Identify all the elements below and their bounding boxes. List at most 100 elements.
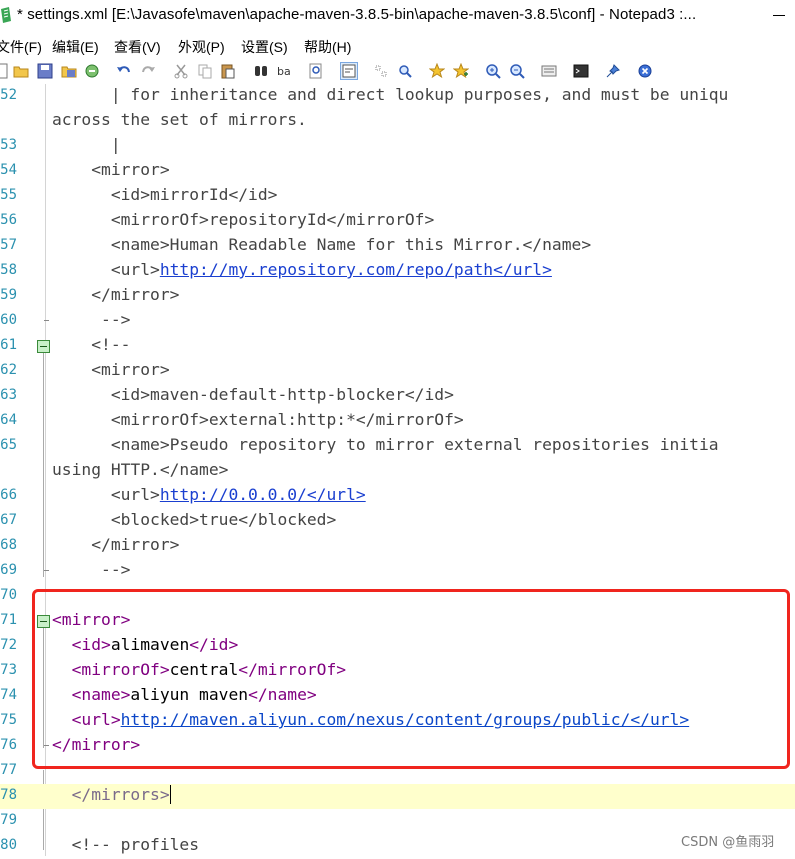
line-code: --> [52,560,130,579]
notepad3-app-icon [1,7,11,23]
code-line[interactable]: 66 <url>http://0.0.0.0/</url> [0,484,795,509]
line-number: 55 [0,187,17,203]
code-token: <id>maven-default-http-blocker</id> [52,385,454,404]
new-file-icon[interactable] [0,63,10,79]
pin-icon[interactable] [605,63,621,79]
code-line[interactable]: 75 <url>http://maven.aliyun.com/nexus/co… [0,709,795,734]
line-number: 80 [0,837,17,853]
code-line[interactable]: 78 </mirrors> [0,784,795,809]
code-line[interactable]: 57 <name>Human Readable Name for this Mi… [0,234,795,259]
code-line[interactable]: 64 <mirrorOf>external:http:*</mirrorOf> [0,409,795,434]
close-icon[interactable] [637,63,653,79]
code-line[interactable]: 65 <name>Pseudo repository to mirror ext… [0,434,795,459]
paste-icon[interactable] [220,63,236,79]
fold-toggle-icon[interactable] [37,615,50,628]
line-number: 58 [0,262,17,278]
word-wrap-icon[interactable] [340,62,358,80]
line-code: --> [52,310,130,329]
code-token: <mirror> [52,610,131,629]
code-line[interactable]: 54 <mirror> [0,159,795,184]
code-line[interactable]: 55 <id>mirrorId</id> [0,184,795,209]
code-line[interactable]: 69 --> [0,559,795,584]
line-number: 52 [0,87,17,103]
open-folder-icon[interactable] [13,63,29,79]
editor[interactable]: 52 | for inheritance and direct lookup p… [0,84,795,856]
code-line[interactable]: 62 <mirror> [0,359,795,384]
line-number: 64 [0,412,17,428]
hyperlink[interactable]: http://0.0.0.0/</url> [160,485,366,504]
line-number: 69 [0,562,17,578]
code-line[interactable]: 58 <url>http://my.repository.com/repo/pa… [0,259,795,284]
line-code: <mirrorOf>central</mirrorOf> [52,660,347,679]
code-line[interactable]: 67 <blocked>true</blocked> [0,509,795,534]
hyperlink[interactable]: http://my.repository.com/repo/path</url> [160,260,552,279]
menu-file[interactable]: 文件(F) [0,37,42,57]
code-line[interactable]: 70 [0,584,795,609]
find-in-files-icon[interactable] [308,63,324,79]
line-number: 71 [0,612,17,628]
fold-toggle-icon[interactable] [37,340,50,353]
bookmark-icon[interactable] [429,63,445,79]
menu-help[interactable]: 帮助(H) [304,37,351,57]
line-number: 66 [0,487,17,503]
line-code: <mirrorOf>external:http:*</mirrorOf> [52,410,464,429]
code-line[interactable]: 53 | [0,134,795,159]
code-token: <id> [52,635,111,654]
console-icon[interactable] [573,63,589,79]
line-code: using HTTP.</name> [52,460,228,479]
line-number: 72 [0,637,17,653]
scheme-icon[interactable] [541,63,557,79]
code-line[interactable]: across the set of mirrors. [0,109,795,134]
zoom-search-icon[interactable] [397,63,413,79]
code-line[interactable]: 77 [0,759,795,784]
code-line[interactable]: 80 <!-- profiles [0,834,795,859]
line-code: </mirror> [52,285,179,304]
save-icon[interactable] [37,63,53,79]
zoom-out-icon[interactable] [509,63,525,79]
code-token: <url> [52,710,121,729]
code-line[interactable]: 63 <id>maven-default-http-blocker</id> [0,384,795,409]
code-line[interactable]: 52 | for inheritance and direct lookup p… [0,84,795,109]
menu-view[interactable]: 查看(V) [114,37,161,57]
hyperlink[interactable]: http://maven.aliyun.com/nexus/content/gr… [121,710,690,729]
undo-icon[interactable] [116,63,132,79]
toolbar: ba [0,58,795,86]
code-line[interactable]: 60 --> [0,309,795,334]
line-code: </mirrors> [52,785,171,804]
code-line[interactable]: 74 <name>aliyun maven</name> [0,684,795,709]
code-line[interactable]: 61 <!-- [0,334,795,359]
line-number: 73 [0,662,17,678]
code-token: <mirrorOf>external:http:*</mirrorOf> [52,410,464,429]
line-code: across the set of mirrors. [52,110,307,129]
fold-end-marker [44,745,49,746]
code-line[interactable]: 73 <mirrorOf>central</mirrorOf> [0,659,795,684]
menu-edit[interactable]: 编辑(E) [52,37,99,57]
code-line[interactable]: 59 </mirror> [0,284,795,309]
code-line[interactable]: 72 <id>alimaven</id> [0,634,795,659]
zoom-in-icon[interactable] [485,63,501,79]
line-number: 53 [0,137,17,153]
redo-icon[interactable] [140,63,156,79]
line-code: <mirror> [52,160,169,179]
code-line[interactable]: 76 </mirror> [0,734,795,759]
code-line[interactable]: using HTTP.</name> [0,459,795,484]
save-as-icon[interactable] [61,63,77,79]
menu-appearance[interactable]: 外观(P) [178,37,225,57]
minimize-button[interactable] [765,5,795,27]
copy-icon[interactable] [197,63,213,79]
menu-settings[interactable]: 设置(S) [241,37,288,57]
select-icon[interactable] [373,63,389,79]
code-line[interactable]: 79 [0,809,795,834]
code-line[interactable]: 68 </mirror> [0,534,795,559]
code-line[interactable]: 71 <mirror> [0,609,795,634]
line-code: <name>Human Readable Name for this Mirro… [52,235,591,254]
code-token: <mirror> [52,360,170,379]
revert-icon[interactable] [84,63,100,79]
replace-icon[interactable]: ba [276,63,292,79]
bookmark-all-icon[interactable] [453,63,469,79]
cut-icon[interactable] [173,63,189,79]
find-icon[interactable] [253,63,269,79]
code-line[interactable]: 56 <mirrorOf>repositoryId</mirrorOf> [0,209,795,234]
code-token: <url> [52,260,160,279]
code-token: </mirror> [52,535,180,554]
